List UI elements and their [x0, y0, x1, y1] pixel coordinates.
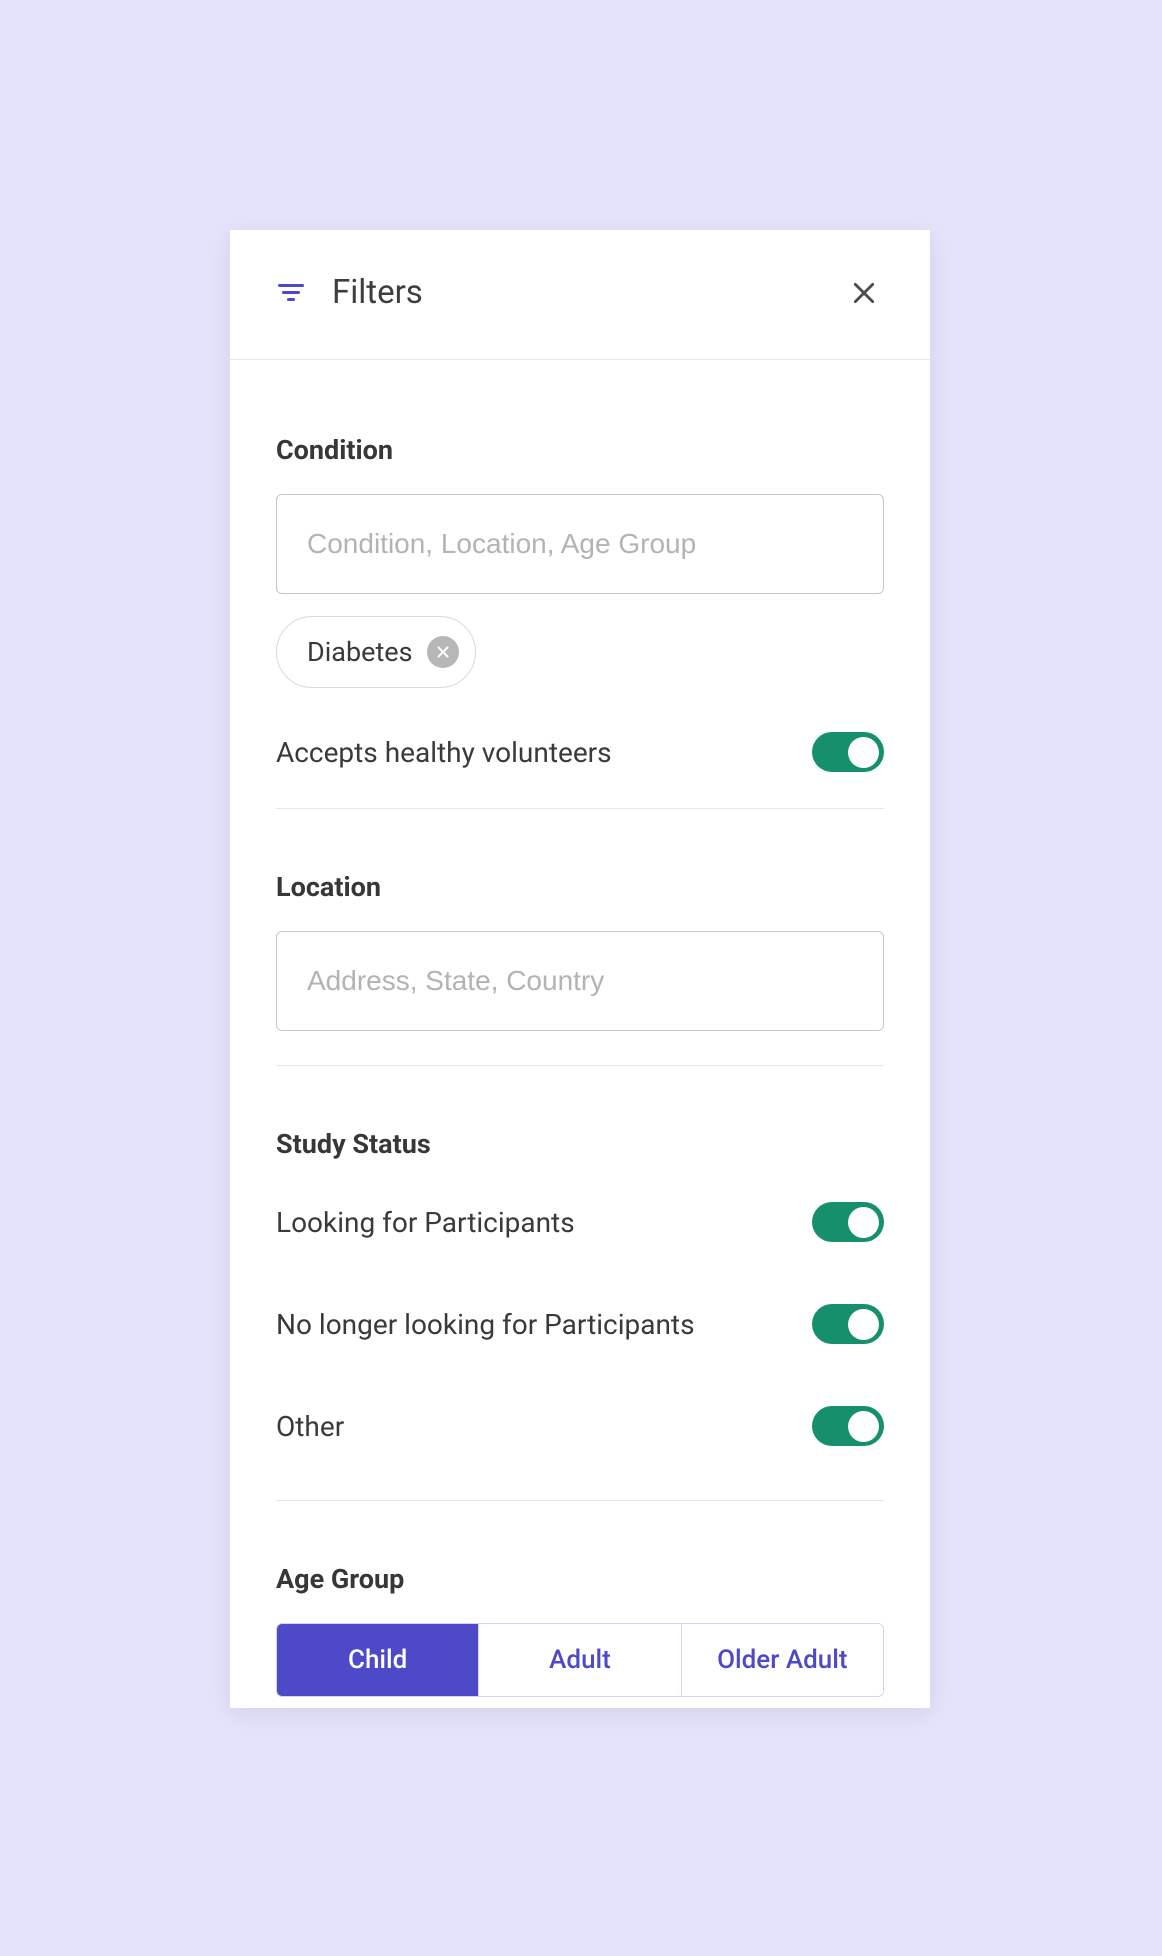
- segment-older-adult[interactable]: Older Adult: [682, 1624, 883, 1696]
- age-group-segmented: Child Adult Older Adult: [276, 1623, 884, 1697]
- close-icon: [851, 280, 877, 306]
- study-status-rows: Looking for Participants No longer looki…: [276, 1192, 884, 1456]
- status-row-other: Other: [276, 1396, 884, 1456]
- condition-chips: Diabetes: [276, 616, 884, 688]
- status-label: Looking for Participants: [276, 1206, 575, 1239]
- status-label: Other: [276, 1410, 344, 1443]
- panel-header: Filters: [230, 230, 930, 360]
- close-button[interactable]: [844, 273, 884, 313]
- condition-title: Condition: [276, 434, 884, 466]
- status-label: No longer looking for Participants: [276, 1308, 695, 1341]
- divider: [276, 1500, 884, 1501]
- status-toggle-no-longer[interactable]: [812, 1304, 884, 1344]
- age-group-title: Age Group: [276, 1563, 884, 1595]
- segment-label: Adult: [549, 1645, 611, 1675]
- location-input[interactable]: [276, 931, 884, 1031]
- status-row-looking: Looking for Participants: [276, 1192, 884, 1252]
- healthy-volunteers-row: Accepts healthy volunteers: [276, 722, 884, 782]
- segment-child[interactable]: Child: [277, 1624, 479, 1696]
- healthy-volunteers-label: Accepts healthy volunteers: [276, 736, 612, 769]
- panel-body: Condition Diabetes Accepts healthy volun…: [230, 360, 930, 1697]
- condition-input[interactable]: [276, 494, 884, 594]
- healthy-volunteers-toggle[interactable]: [812, 732, 884, 772]
- status-toggle-looking[interactable]: [812, 1202, 884, 1242]
- status-row-no-longer: No longer looking for Participants: [276, 1294, 884, 1354]
- study-status-title: Study Status: [276, 1128, 884, 1160]
- chip-diabetes[interactable]: Diabetes: [276, 616, 476, 688]
- location-title: Location: [276, 871, 884, 903]
- panel-title: Filters: [332, 273, 844, 312]
- divider: [276, 1065, 884, 1066]
- filter-icon: [276, 278, 306, 308]
- divider: [276, 808, 884, 809]
- segment-adult[interactable]: Adult: [479, 1624, 681, 1696]
- segment-label: Child: [348, 1645, 407, 1675]
- chip-remove-icon[interactable]: [427, 636, 459, 668]
- chip-label: Diabetes: [307, 636, 413, 668]
- segment-label: Older Adult: [717, 1645, 847, 1675]
- status-toggle-other[interactable]: [812, 1406, 884, 1446]
- filters-panel: Filters Condition Diabetes Accepts healt…: [230, 230, 930, 1708]
